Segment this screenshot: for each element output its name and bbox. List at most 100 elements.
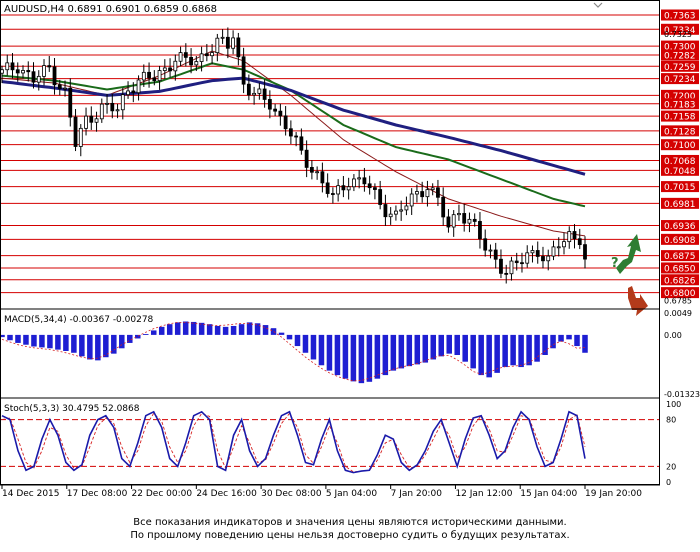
candle-body [231,37,235,49]
candle-body [583,244,587,260]
disclaimer: Все показания индикаторов и значения цен… [0,516,700,542]
candle-body [68,87,73,118]
candle-body [31,71,36,83]
price-axis-label: 0.7100 [664,141,696,151]
candle-body [178,52,183,62]
price-axis-label: 0.7234 [664,75,696,85]
macd-bar [446,334,452,354]
candle-body [352,178,356,188]
macd-bar [526,334,532,366]
candle-body [189,56,193,66]
macd-bar [518,334,524,368]
macd-bar [23,334,29,345]
stoch-label: Stoch(5,3,3) 30.4795 52.0868 [4,404,140,414]
macd-bar [542,334,548,355]
candle-body [78,127,83,147]
candle-body [499,258,503,274]
price-axis-label: 0.6850 [664,264,696,274]
macd-bar [150,330,157,335]
macd-bar [47,334,53,349]
candle-body [262,88,267,100]
candle-body [84,115,88,129]
macd-axis-label: 0.00 [664,331,682,340]
candle-body [283,115,288,130]
macd-bar [71,334,77,353]
candle-body [220,36,225,39]
candle-body [436,187,440,198]
macd-bar [366,334,373,382]
price-axis-label: 0.6826 [664,276,696,286]
macd-bar [182,321,189,335]
macd-bar [350,334,357,382]
candle-body [567,231,572,243]
candle-body [415,191,419,195]
candle-body [194,61,199,66]
price-axis-label: 0.6875 [664,252,696,262]
candle-body [236,37,241,58]
macd-bar [95,334,101,361]
candle-body [467,218,472,224]
stoch-axis-label: 20 [666,462,676,471]
candle-body [73,116,78,147]
macd-bar [534,334,540,362]
macd-bar [294,334,301,347]
candle-body [241,56,246,85]
candle-body [246,83,251,96]
macd-bar [111,334,117,354]
candle-body [136,79,141,94]
price-axis-label: 0.7259 [664,63,696,73]
time-axis-label: 17 Dec 08:00 [67,489,128,499]
price-axis-label: 0.6908 [664,236,696,246]
candle-body [362,177,367,185]
candle-body [168,67,172,72]
candle-body [21,70,25,74]
macd-bar [286,334,293,340]
macd-bar [494,334,500,373]
macd-bar [486,334,492,378]
macd-bar [15,334,21,343]
candle-body [430,187,435,191]
candle-body [373,187,377,190]
candle-body [420,191,425,198]
candle-body [215,37,220,54]
macd-bar [470,334,476,369]
macd-bar [302,334,309,353]
time-axis-label: 15 Jan 04:00 [520,489,577,499]
macd-bar [142,333,149,335]
candle-body [514,260,519,264]
candle-body [346,186,351,191]
candle-body [120,94,125,111]
candle-body [252,92,257,96]
price-axis-label: 0.7363 [664,12,696,22]
disclaimer-line-1: Все показания индикаторов и значения цен… [133,517,567,528]
macd-axis-label: 0.0049 [664,309,692,318]
macd-bar [454,334,460,355]
candle-body [525,252,530,264]
candle-body [210,52,214,57]
candle-body [257,88,262,94]
time-axis-label: 24 Dec 16:00 [196,489,257,499]
candle-body [278,110,283,117]
candle-body [47,65,52,68]
price-axis-label: 0.6936 [664,222,696,232]
macd-bar [582,334,588,353]
candle-body [204,53,209,57]
macd-bar [438,334,445,357]
candle-body [493,249,498,260]
macd-bar [238,324,245,335]
macd-bar [406,334,413,367]
candle-body [267,99,272,110]
macd-bar [39,334,45,348]
candle-body [15,69,20,74]
candle-body [367,183,372,189]
candle-body [551,246,556,257]
macd-bar [55,334,61,350]
candle-body [288,128,293,137]
candle-body [520,262,524,265]
symbol-info: AUDUSD,H4 0.6891 0.6901 0.6859 0.6868 [4,4,217,15]
candle-body [425,189,430,198]
macd-bar [166,324,173,335]
candle-body [309,167,314,173]
candle-body [105,102,109,105]
chart-background [0,0,700,515]
